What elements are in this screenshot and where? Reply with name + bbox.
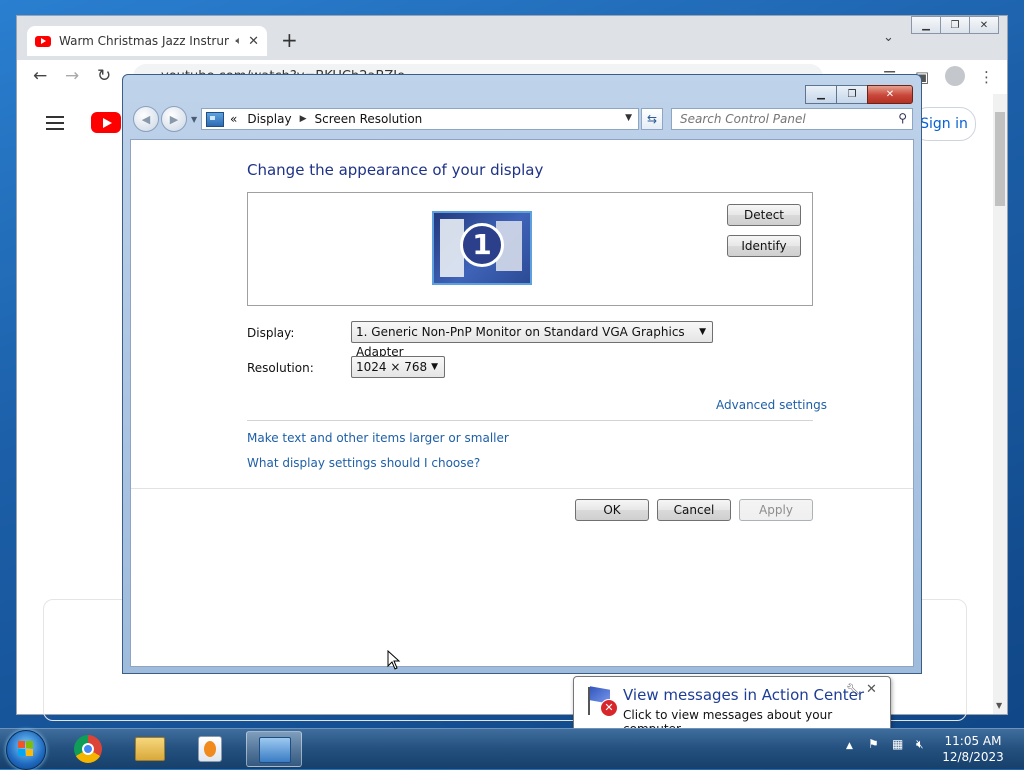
breadcrumb[interactable]: « Display ▶ Screen Resolution ▼ (201, 108, 639, 130)
taskbar: ▲ ⚑ ▦ 🔇︎ 11:05 AM 12/8/2023 (0, 728, 1024, 770)
close-button[interactable]: ✕ (867, 85, 913, 104)
resolution-value: 1024 × 768 (356, 360, 428, 374)
forward-arrow-icon[interactable]: → (65, 66, 79, 86)
chrome-icon (74, 735, 102, 763)
chevron-down-icon: ▼ (699, 327, 706, 337)
speaker-icon[interactable]: 🔈︎ (235, 34, 242, 48)
browser-tab[interactable]: Warm Christmas Jazz Instrum 🔈︎ ✕ (27, 26, 267, 56)
scrollbar-thumb[interactable] (995, 112, 1005, 206)
control-panel-icon (259, 737, 291, 763)
monitor-icon[interactable]: 1 (432, 211, 532, 285)
folder-icon (135, 737, 165, 761)
close-notification-icon[interactable]: ✕ (866, 682, 877, 697)
display-select[interactable]: 1. Generic Non-PnP Monitor on Standard V… (351, 321, 713, 359)
notification-title[interactable]: View messages in Action Center (623, 686, 864, 704)
monitor-arrangement: 1 Detect Identify (247, 192, 813, 306)
network-icon[interactable]: ▦ (892, 737, 903, 751)
profile-avatar-icon[interactable] (945, 66, 965, 86)
display-value: 1. Generic Non-PnP Monitor on Standard V… (356, 325, 685, 359)
address-dropdown-icon[interactable]: ▼ (625, 113, 632, 123)
search-input[interactable] (672, 109, 890, 128)
clock-date: 12/8/2023 (942, 750, 1004, 764)
action-center-flag-icon: ✕ (584, 685, 618, 717)
advanced-settings-link[interactable]: Advanced settings (716, 398, 827, 412)
menu-icon[interactable] (46, 116, 64, 134)
volume-muted-icon[interactable]: 🔇︎ (916, 737, 924, 752)
breadcrumb-arrow-icon[interactable]: ▶ (300, 114, 307, 124)
taskbar-media-player[interactable] (182, 731, 238, 767)
close-tab-icon[interactable]: ✕ (248, 34, 259, 49)
detect-button[interactable]: Detect (727, 204, 801, 226)
divider (247, 420, 813, 421)
screen-resolution-window: ▁ ❐ ✕ ◀ ▶ ▼ « Display ▶ Screen Resolutio… (122, 74, 922, 674)
back-arrow-icon[interactable]: ← (33, 66, 47, 86)
tab-title: Warm Christmas Jazz Instrum (59, 34, 230, 48)
maximize-button[interactable]: ❐ (836, 85, 868, 104)
youtube-favicon-icon (35, 35, 51, 47)
refresh-icon[interactable]: ⇆ (641, 108, 663, 130)
divider (131, 488, 913, 489)
breadcrumb-display[interactable]: Display (247, 112, 291, 126)
clock-time: 11:05 AM (944, 734, 1002, 748)
navigation-buttons: ◀ ▶ ▼ (133, 106, 197, 132)
breadcrumb-screen-resolution[interactable]: Screen Resolution (315, 112, 423, 126)
breadcrumb-overflow[interactable]: « (230, 112, 237, 126)
reload-icon[interactable]: ↻ (97, 66, 111, 86)
action-center-notification[interactable]: ✕ View messages in Action Center Click t… (573, 676, 891, 748)
search-box: ⚲ (671, 108, 913, 130)
scroll-down-icon[interactable]: ▼ (996, 701, 1002, 710)
minimize-button[interactable]: ▁ (805, 85, 837, 104)
monitor-number: 1 (460, 223, 504, 267)
maximize-button[interactable]: ❐ (940, 16, 970, 34)
chevron-down-icon: ▼ (431, 362, 438, 372)
minimize-button[interactable]: ▁ (911, 16, 941, 34)
back-button-icon[interactable]: ◀ (133, 106, 159, 132)
cancel-button[interactable]: Cancel (657, 499, 731, 521)
window-controls: ▁ ❐ ✕ (805, 85, 913, 104)
display-help-link[interactable]: What display settings should I choose? (247, 456, 480, 470)
control-panel-icon (206, 111, 224, 127)
clock[interactable]: 11:05 AM 12/8/2023 (940, 733, 1006, 765)
taskbar-control-panel[interactable] (246, 731, 302, 767)
content-pane: Change the appearance of your display 1 … (130, 139, 914, 667)
display-label: Display: (247, 326, 295, 340)
action-center-tray-icon[interactable]: ⚑ (868, 737, 879, 751)
page-title: Change the appearance of your display (247, 161, 544, 179)
forward-button-icon[interactable]: ▶ (161, 106, 187, 132)
wrench-icon[interactable]: 🔧︎ (846, 683, 860, 696)
chrome-window-controls: ▁ ❐ ✕ (911, 16, 999, 34)
resolution-label: Resolution: (247, 361, 314, 375)
start-button[interactable] (6, 730, 46, 770)
more-menu-icon[interactable]: ⋮ (979, 68, 994, 86)
windows-logo-icon (18, 741, 34, 757)
page-scrollbar[interactable]: ▼ (993, 94, 1007, 714)
media-player-icon (198, 736, 222, 762)
resolution-select[interactable]: 1024 × 768 ▼ (351, 356, 445, 378)
search-icon[interactable]: ⚲ (898, 111, 907, 125)
apply-button[interactable]: Apply (739, 499, 813, 521)
text-size-link[interactable]: Make text and other items larger or smal… (247, 431, 509, 445)
show-hidden-icons-icon[interactable]: ▲ (846, 741, 853, 751)
recent-pages-chevron-icon[interactable]: ▼ (191, 115, 197, 132)
new-tab-button[interactable]: + (281, 28, 298, 52)
close-button[interactable]: ✕ (969, 16, 999, 34)
taskbar-explorer[interactable] (122, 731, 178, 767)
taskbar-chrome[interactable] (60, 731, 116, 767)
identify-button[interactable]: Identify (727, 235, 801, 257)
youtube-logo[interactable] (91, 112, 121, 133)
tab-search-chevron-icon[interactable]: ⌄ (883, 30, 894, 45)
ok-button[interactable]: OK (575, 499, 649, 521)
